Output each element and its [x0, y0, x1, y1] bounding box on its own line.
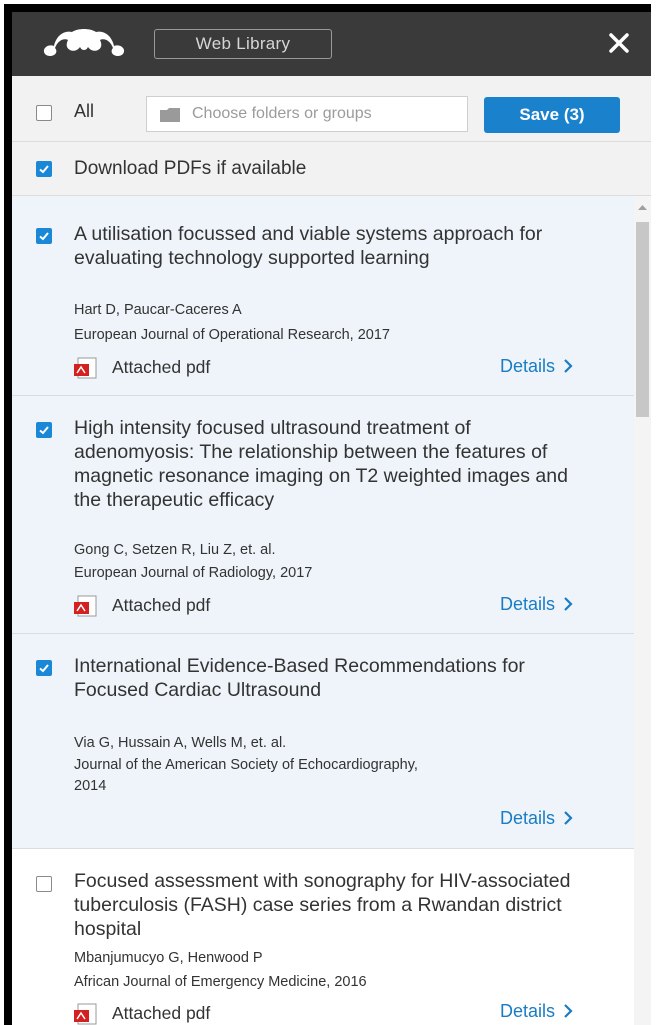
folder-picker-placeholder: Choose folders or groups — [192, 105, 372, 122]
item-checkbox[interactable] — [36, 228, 52, 244]
item-authors: Gong C, Setzen R, Liu Z, et. al. — [74, 542, 276, 558]
attached-pdf-label: Attached pdf — [112, 357, 211, 377]
details-link[interactable]: Details — [500, 808, 573, 829]
download-pdfs-row: Download PDFs if available — [12, 142, 651, 196]
details-link[interactable]: Details — [500, 594, 573, 615]
header-bar: Web Library — [12, 12, 651, 76]
details-label: Details — [500, 1001, 556, 1021]
details-label: Details — [500, 356, 556, 376]
list-scrollbar[interactable] — [634, 196, 651, 1025]
list-item[interactable]: A utilisation focussed and viable system… — [12, 196, 634, 396]
check-icon — [39, 232, 49, 241]
download-pdfs-checkbox[interactable] — [36, 161, 52, 177]
attached-pdf-label: Attached pdf — [112, 1003, 211, 1023]
item-checkbox[interactable] — [36, 876, 52, 892]
folder-picker-input[interactable]: Choose folders or groups — [146, 96, 468, 132]
download-pdfs-label: Download PDFs if available — [74, 158, 307, 179]
toolbar: All Choose folders or groups Save (3) — [12, 76, 651, 142]
item-checkbox[interactable] — [36, 422, 52, 438]
item-journal: Journal of the American Society of Echoc… — [74, 757, 418, 794]
pdf-file-icon — [74, 1003, 97, 1025]
item-title[interactable]: A utilisation focussed and viable system… — [74, 222, 594, 270]
item-title[interactable]: International Evidence-Based Recommendat… — [74, 654, 594, 702]
item-authors: Mbanjumucyo G, Henwood P — [74, 950, 263, 966]
scroll-up-arrow-icon[interactable] — [638, 204, 647, 210]
chevron-right-icon — [564, 597, 573, 611]
folder-icon — [160, 108, 180, 122]
attached-pdf-label: Attached pdf — [112, 595, 211, 615]
select-all-checkbox[interactable] — [36, 105, 52, 121]
chevron-right-icon — [564, 811, 573, 825]
details-label: Details — [500, 594, 556, 614]
list-item[interactable]: High intensity focused ultrasound treatm… — [12, 396, 634, 634]
check-icon — [39, 664, 49, 673]
mendeley-logo-icon[interactable] — [42, 26, 126, 60]
details-link[interactable]: Details — [500, 356, 573, 377]
item-authors: Via G, Hussain A, Wells M, et. al. — [74, 735, 287, 751]
list-item[interactable]: Focused assessment with sonography for H… — [12, 849, 634, 1025]
web-importer-panel: Web Library All Choose folders or groups… — [12, 12, 651, 1025]
check-icon — [39, 426, 49, 435]
check-icon — [39, 165, 49, 174]
item-authors: Hart D, Paucar-Caceres A — [74, 302, 242, 318]
details-link[interactable]: Details — [500, 1001, 573, 1022]
item-checkbox[interactable] — [36, 660, 52, 676]
item-journal: African Journal of Emergency Medicine, 2… — [74, 974, 367, 990]
item-journal: European Journal of Radiology, 2017 — [74, 565, 313, 581]
item-title[interactable]: Focused assessment with sonography for H… — [74, 869, 594, 941]
chevron-right-icon — [564, 1004, 573, 1018]
item-journal: European Journal of Operational Research… — [74, 327, 390, 343]
close-icon[interactable] — [608, 32, 630, 54]
details-label: Details — [500, 808, 556, 828]
save-button[interactable]: Save (3) — [484, 97, 620, 133]
pdf-file-icon — [74, 357, 97, 379]
chevron-right-icon — [564, 359, 573, 373]
web-library-button[interactable]: Web Library — [154, 29, 332, 59]
select-all-label: All — [74, 101, 95, 121]
results-list: A utilisation focussed and viable system… — [12, 196, 634, 1025]
scrollbar-thumb[interactable] — [636, 222, 649, 417]
pdf-file-icon — [74, 595, 97, 617]
list-item[interactable]: International Evidence-Based Recommendat… — [12, 634, 634, 849]
item-title[interactable]: High intensity focused ultrasound treatm… — [74, 416, 594, 512]
